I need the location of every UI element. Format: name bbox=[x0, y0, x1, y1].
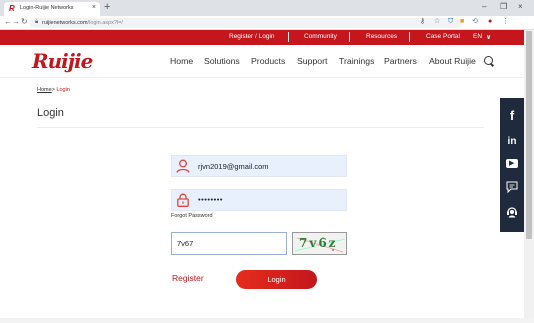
top-separator bbox=[288, 32, 289, 42]
ruijie-logo[interactable]: Ruijie bbox=[32, 49, 93, 73]
captcha-text: 7v6z bbox=[299, 236, 338, 250]
bookmark-star-icon[interactable]: ☆ bbox=[434, 17, 440, 27]
community-link[interactable]: Community bbox=[304, 33, 337, 40]
address-bar: ← → ↻ 🔒︎ ruijienetworks.com/login.aspx?l… bbox=[0, 16, 534, 30]
top-separator bbox=[349, 32, 350, 42]
page-title: Login bbox=[37, 107, 64, 119]
minimize-icon[interactable]: – bbox=[482, 2, 486, 11]
login-button[interactable]: Login bbox=[236, 270, 317, 289]
facebook-icon[interactable]: f bbox=[500, 108, 524, 123]
key-icon[interactable]: ⚷ bbox=[420, 17, 425, 27]
case-portal-link[interactable]: Case Portal bbox=[426, 33, 460, 40]
extension-yellow-icon[interactable]: ■ bbox=[460, 17, 464, 27]
breadcrumb-separator: > bbox=[51, 87, 55, 93]
nav-partners[interactable]: Partners bbox=[384, 56, 417, 66]
back-icon[interactable]: ← bbox=[4, 17, 12, 26]
page-scrollbar-thumb[interactable] bbox=[526, 31, 532, 239]
linkedin-icon[interactable]: in bbox=[500, 136, 524, 147]
breadcrumb: Home> Login bbox=[37, 87, 70, 93]
nav-about-ruijie[interactable]: About Ruijie bbox=[429, 56, 476, 66]
extension-sync-icon[interactable]: ⟲ bbox=[472, 17, 478, 27]
breadcrumb-home[interactable]: Home bbox=[37, 87, 52, 93]
title-divider bbox=[37, 127, 484, 128]
nav-support[interactable]: Support bbox=[297, 56, 327, 66]
password-input[interactable]: •••••••• bbox=[198, 195, 338, 204]
user-icon bbox=[176, 159, 190, 173]
lock-icon: 🔒︎ bbox=[35, 19, 39, 25]
chat-icon[interactable] bbox=[505, 180, 519, 194]
url-field[interactable]: 🔒︎ ruijienetworks.com/login.aspx?l=/ bbox=[30, 18, 462, 28]
site-top-bar: Register / Login Community Resources Cas… bbox=[0, 30, 534, 45]
top-separator bbox=[409, 32, 410, 42]
captcha-input[interactable] bbox=[171, 232, 287, 255]
email-input[interactable] bbox=[198, 162, 338, 171]
window-close-icon[interactable]: × bbox=[518, 2, 523, 11]
password-field[interactable]: •••••••• bbox=[171, 189, 347, 211]
breadcrumb-current: Login bbox=[56, 87, 70, 93]
social-sidebar: f in ▶ bbox=[500, 98, 524, 232]
nav-products[interactable]: Products bbox=[251, 56, 285, 66]
support-agent-icon[interactable] bbox=[505, 204, 519, 218]
youtube-icon[interactable]: ▶ bbox=[506, 159, 518, 168]
lock-icon bbox=[177, 193, 189, 207]
register-login-link[interactable]: Register / Login bbox=[229, 33, 275, 40]
captcha-image[interactable]: 7v6z bbox=[292, 232, 347, 255]
language-selector[interactable]: EN bbox=[473, 33, 482, 40]
new-tab-icon[interactable]: + bbox=[104, 1, 110, 14]
nav-solutions[interactable]: Solutions bbox=[204, 56, 240, 66]
profile-avatar-icon[interactable]: ● bbox=[488, 17, 492, 27]
tab-title: Login-Ruijie Networks bbox=[20, 5, 74, 11]
tab-close-icon[interactable]: × bbox=[92, 4, 96, 11]
nav-trainings[interactable]: Trainings bbox=[339, 56, 374, 66]
nav-home[interactable]: Home bbox=[170, 56, 193, 66]
header-divider bbox=[0, 77, 534, 78]
reload-icon[interactable]: ↻ bbox=[21, 17, 28, 26]
footer-strip bbox=[0, 318, 534, 323]
email-field[interactable] bbox=[171, 155, 347, 177]
url-text: ruijienetworks.com/login.aspx?l=/ bbox=[42, 20, 123, 26]
youtube-play-icon: ▶ bbox=[509, 160, 515, 167]
register-link[interactable]: Register bbox=[172, 273, 204, 283]
forward-icon[interactable]: → bbox=[12, 17, 20, 26]
chevron-down-icon[interactable]: ∨ bbox=[486, 33, 491, 41]
forgot-password-link[interactable]: Forgot Password bbox=[171, 213, 213, 219]
extension-shield-icon[interactable]: ⛉ bbox=[448, 17, 453, 27]
maximize-icon[interactable]: ❐ bbox=[500, 2, 507, 11]
resources-link[interactable]: Resources bbox=[366, 33, 397, 40]
browser-tab[interactable]: R Login-Ruijie Networks × bbox=[4, 2, 100, 16]
browser-tab-bar: R Login-Ruijie Networks × + – ❐ × bbox=[0, 0, 534, 16]
browser-menu-icon[interactable]: ⋮ bbox=[502, 17, 509, 27]
search-icon[interactable] bbox=[484, 53, 496, 67]
ruijie-favicon-icon: R bbox=[9, 4, 15, 13]
